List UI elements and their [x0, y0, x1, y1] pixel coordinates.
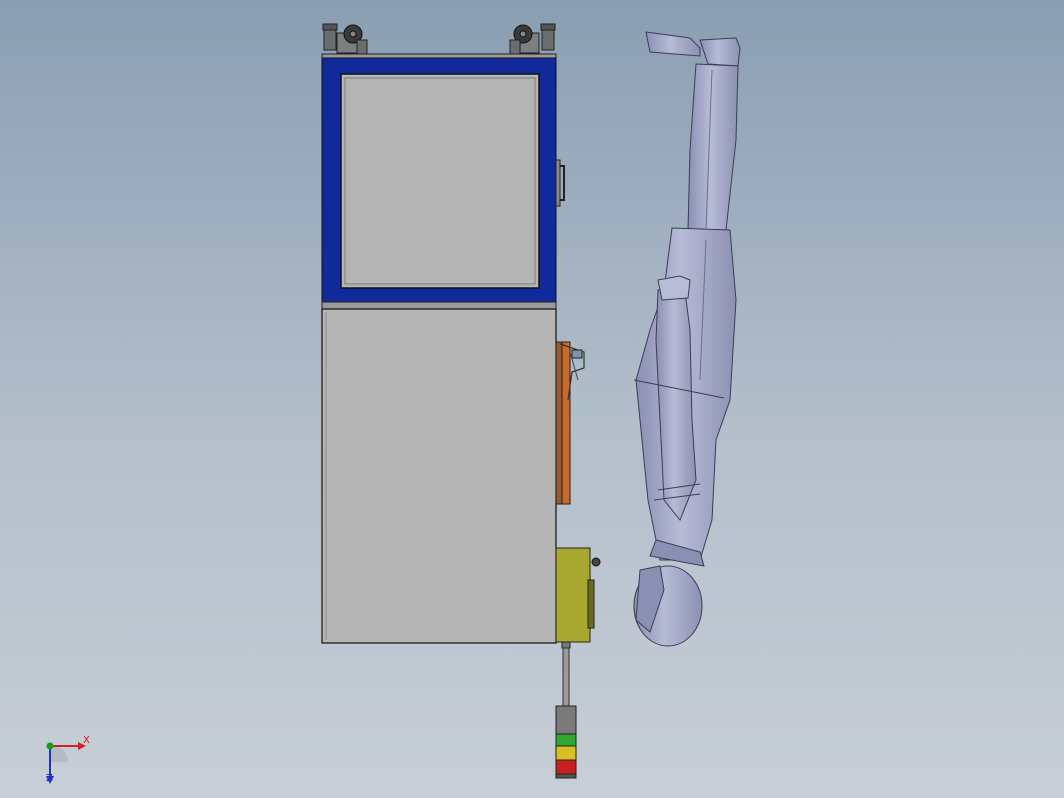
axis-triad-icon: X Y Z	[38, 732, 102, 792]
axis-x-label: X	[83, 735, 90, 746]
mannequin-icon[interactable]	[633, 31, 741, 647]
cad-model-scene[interactable]	[0, 0, 1064, 798]
handle-icon[interactable]	[555, 159, 565, 207]
upper-cabinet[interactable]	[321, 53, 557, 310]
graphics-viewport[interactable]: X Y Z	[0, 0, 1064, 798]
controller-box[interactable]	[555, 547, 601, 643]
stack-light-icon[interactable]	[555, 641, 577, 779]
side-bracket[interactable]	[555, 341, 585, 505]
caster-wheel-left[interactable]	[322, 23, 368, 55]
lower-cabinet[interactable]	[321, 308, 557, 644]
axis-z-label: Z	[46, 773, 53, 784]
caster-wheel-right[interactable]	[509, 23, 556, 55]
